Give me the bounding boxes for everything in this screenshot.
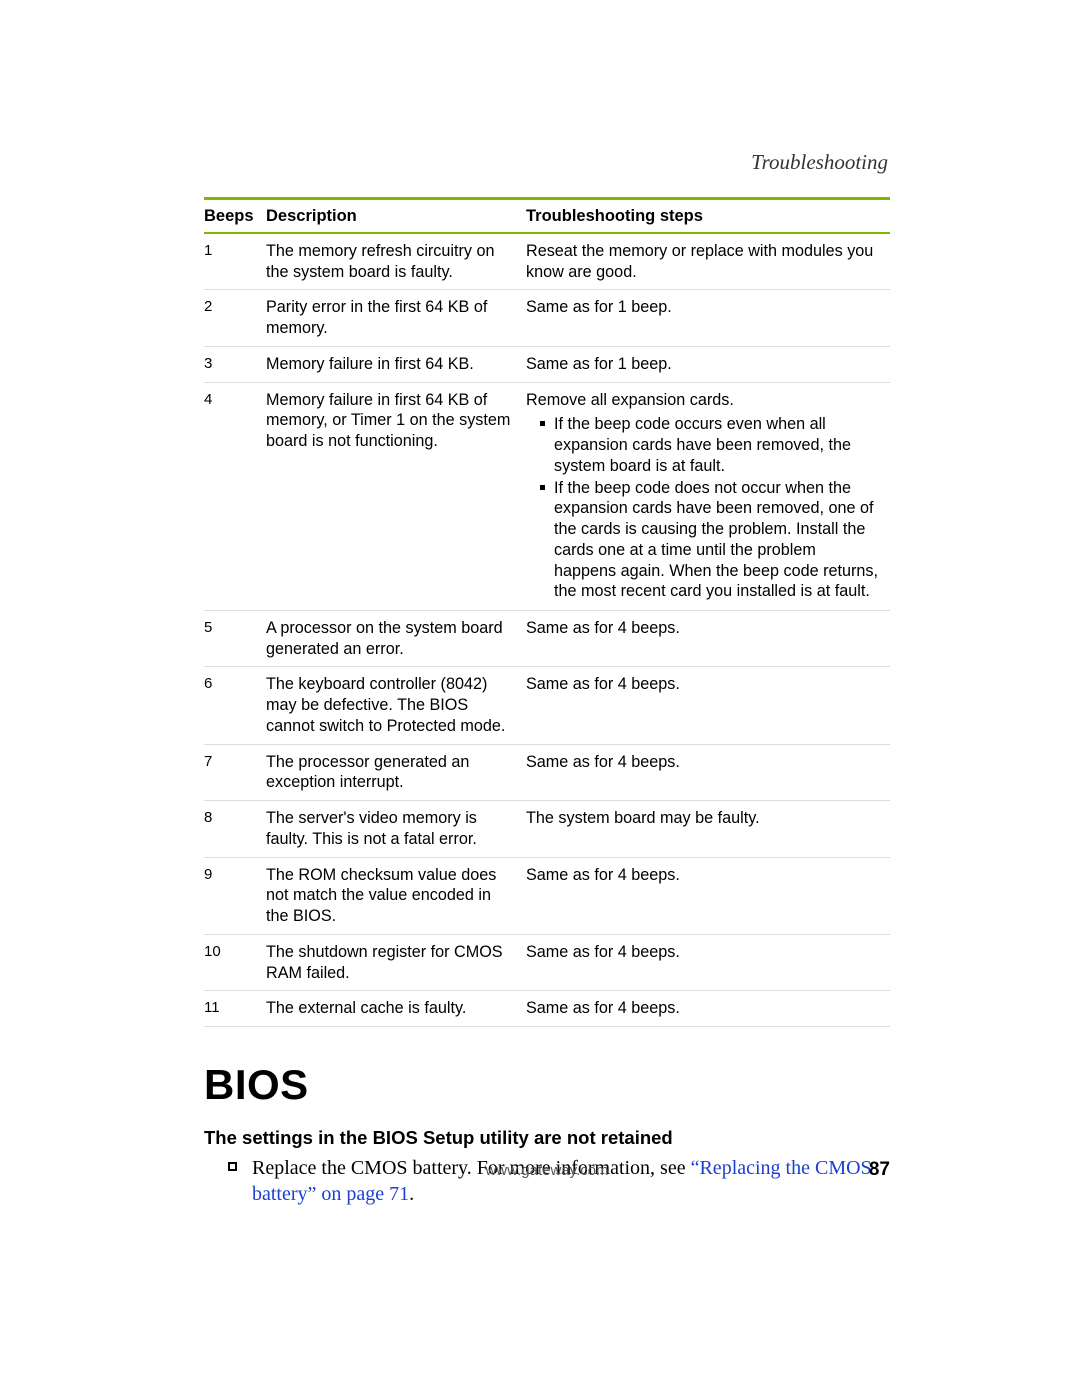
subheading: The settings in the BIOS Setup utility a… <box>204 1127 890 1149</box>
cell-description: The ROM checksum value does not match th… <box>266 857 526 934</box>
cell-steps: Remove all expansion cards. If the beep c… <box>526 382 890 610</box>
cell-description: Parity error in the first 64 KB of memor… <box>266 290 526 346</box>
cell-steps: Same as for 1 beep. <box>526 290 890 346</box>
bullet-suffix: . <box>409 1183 414 1205</box>
cell-beeps: 4 <box>204 382 266 610</box>
table-row: 2Parity error in the first 64 KB of memo… <box>204 290 890 346</box>
steps-list-item: If the beep code does not occur when the… <box>540 478 880 602</box>
cell-description: Memory failure in first 64 KB of memory,… <box>266 382 526 610</box>
cell-beeps: 10 <box>204 934 266 990</box>
cell-beeps: 7 <box>204 744 266 800</box>
cell-beeps: 2 <box>204 290 266 346</box>
steps-lead: Remove all expansion cards. <box>526 390 880 411</box>
steps-list: If the beep code occurs even when all ex… <box>526 414 880 602</box>
cell-steps: Same as for 4 beeps. <box>526 744 890 800</box>
cell-steps: Same as for 1 beep. <box>526 346 890 382</box>
cell-description: The keyboard controller (8042) may be de… <box>266 667 526 744</box>
section-label: Troubleshooting <box>204 150 890 175</box>
cell-beeps: 6 <box>204 667 266 744</box>
col-header-steps: Troubleshooting steps <box>526 200 890 233</box>
cell-steps: Same as for 4 beeps. <box>526 857 890 934</box>
table-row: 8The server's video memory is faulty. Th… <box>204 801 890 857</box>
cell-steps: Same as for 4 beeps. <box>526 611 890 667</box>
table-header-row: Beeps Description Troubleshooting steps <box>204 200 890 233</box>
cell-steps: Same as for 4 beeps. <box>526 934 890 990</box>
table-row: 11The external cache is faulty.Same as f… <box>204 991 890 1027</box>
table-row: 7The processor generated an exception in… <box>204 744 890 800</box>
table-row: 9The ROM checksum value does not match t… <box>204 857 890 934</box>
table-row: 5A processor on the system board generat… <box>204 611 890 667</box>
table-row: 6The keyboard controller (8042) may be d… <box>204 667 890 744</box>
cell-steps: Same as for 4 beeps. <box>526 991 890 1027</box>
heading-bios: BIOS <box>204 1061 890 1109</box>
cell-description: The external cache is faulty. <box>266 991 526 1027</box>
beep-codes-table: Beeps Description Troubleshooting steps … <box>204 200 890 1027</box>
cell-description: A processor on the system board generate… <box>266 611 526 667</box>
steps-list-item: If the beep code occurs even when all ex… <box>540 414 880 476</box>
cell-steps: Reseat the memory or replace with module… <box>526 233 890 290</box>
table-row: 4Memory failure in first 64 KB of memory… <box>204 382 890 610</box>
cell-beeps: 9 <box>204 857 266 934</box>
cell-beeps: 3 <box>204 346 266 382</box>
cell-beeps: 5 <box>204 611 266 667</box>
table-row: 10The shutdown register for CMOS RAM fai… <box>204 934 890 990</box>
cell-description: The memory refresh circuitry on the syst… <box>266 233 526 290</box>
cell-beeps: 1 <box>204 233 266 290</box>
cell-steps: Same as for 4 beeps. <box>526 667 890 744</box>
cell-beeps: 11 <box>204 991 266 1027</box>
page-footer: www.gateway.com 87 <box>204 1162 890 1179</box>
col-header-beeps: Beeps <box>204 200 266 233</box>
table-row: 3Memory failure in first 64 KB.Same as f… <box>204 346 890 382</box>
footer-page-number: 87 <box>869 1159 890 1181</box>
col-header-description: Description <box>266 200 526 233</box>
cell-description: The processor generated an exception int… <box>266 744 526 800</box>
footer-url: www.gateway.com <box>204 1162 890 1179</box>
cell-description: The server's video memory is faulty. Thi… <box>266 801 526 857</box>
table-row: 1The memory refresh circuitry on the sys… <box>204 233 890 290</box>
cell-description: Memory failure in first 64 KB. <box>266 346 526 382</box>
cell-beeps: 8 <box>204 801 266 857</box>
cell-steps: The system board may be faulty. <box>526 801 890 857</box>
cell-description: The shutdown register for CMOS RAM faile… <box>266 934 526 990</box>
